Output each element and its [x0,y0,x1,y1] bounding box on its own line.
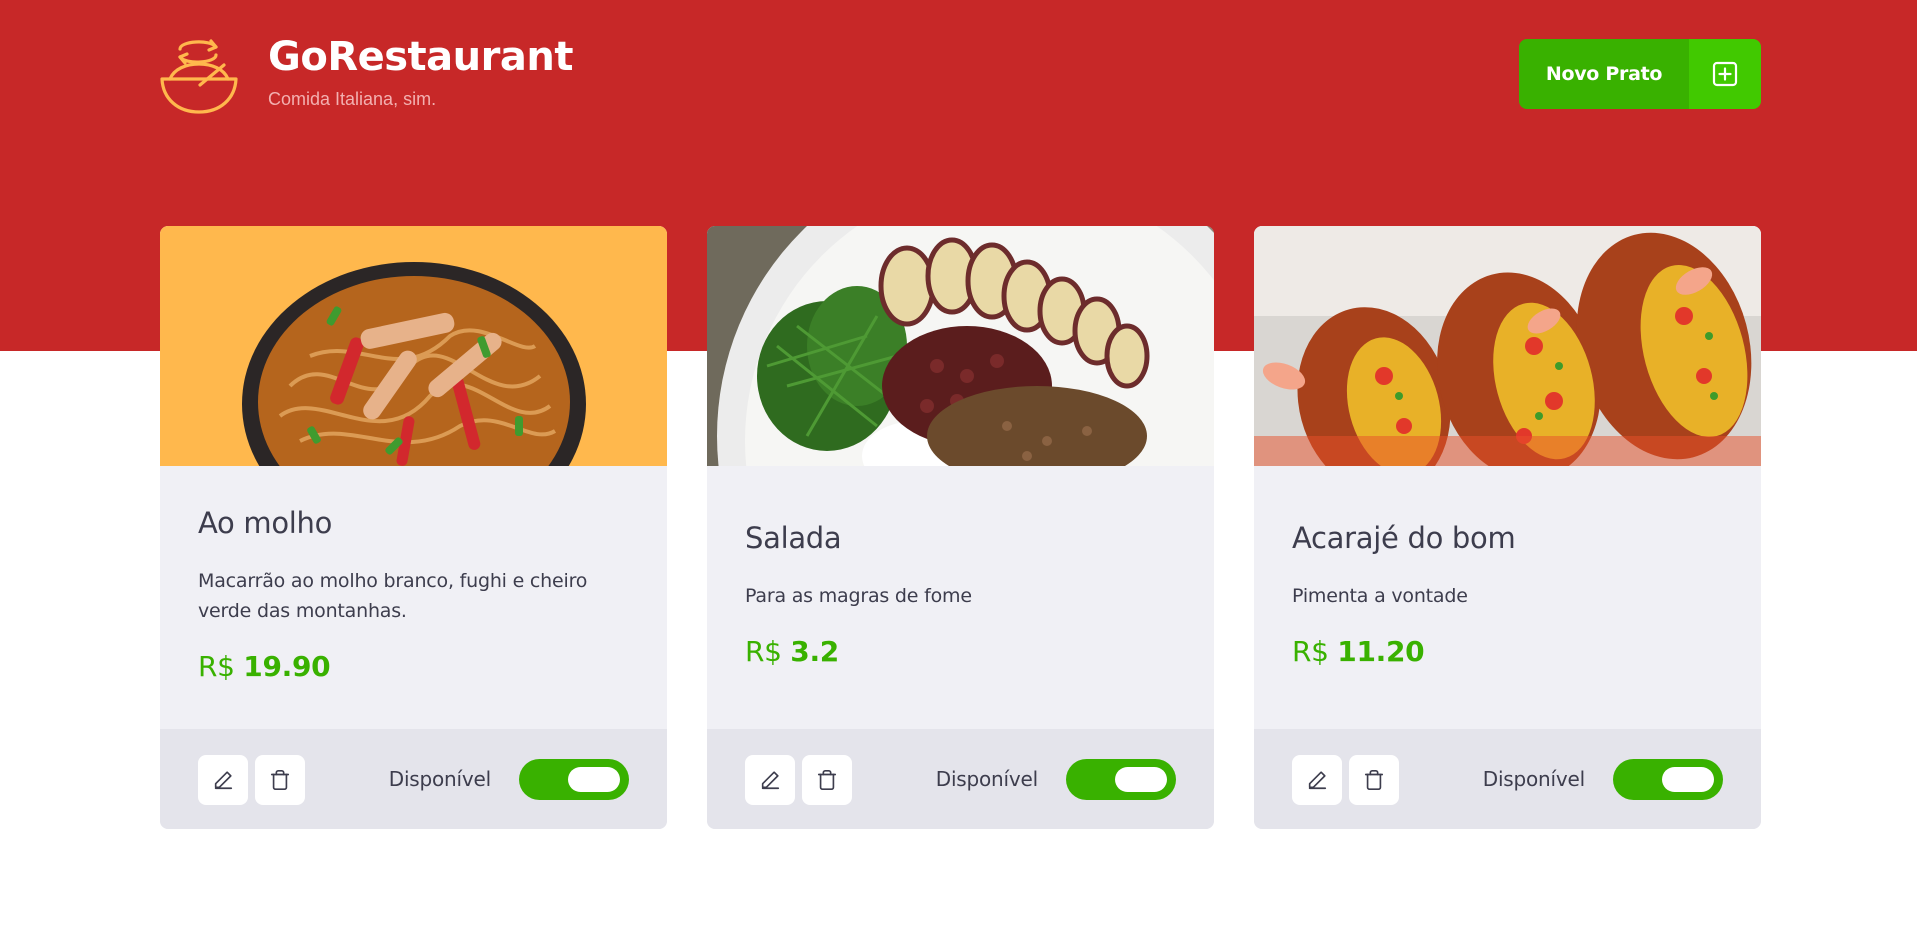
app-subtitle: Comida Italiana, sim. [268,89,437,109]
app-title: GoRestaurant [268,34,573,80]
pencil-icon [214,771,233,790]
toggle-knob [568,767,620,792]
dish-description: Pimenta a vontade [1292,585,1468,607]
pencil-icon [761,771,780,790]
dish-price: R$ 19.90 [198,650,629,683]
dish-card: Acarajé do bom Pimenta a vontade R$ 11.2… [1254,226,1761,829]
pencil-icon [1308,771,1327,790]
dish-name: Salada [745,521,842,555]
price-value: 19.90 [243,650,331,683]
plus-square-icon [1712,61,1738,87]
availability-toggle[interactable] [519,759,629,800]
price-currency: R$ [1292,635,1329,668]
dish-list: Ao molho Macarrão ao molho branco, fughi… [160,226,1761,829]
dish-image [1254,226,1761,466]
delete-dish-button[interactable] [255,755,305,805]
availability-label: Disponível [1482,767,1585,791]
toggle-knob [1662,767,1714,792]
edit-dish-button[interactable] [1292,755,1342,805]
new-dish-icon-box [1689,39,1761,109]
dish-card-footer: Disponível [1254,729,1761,829]
availability-label: Disponível [935,767,1038,791]
price-currency: R$ [745,635,782,668]
edit-dish-button[interactable] [745,755,795,805]
bowl-logo-icon [160,39,238,114]
dish-description: Para as magras de fome [745,585,972,607]
dish-info: Salada Para as magras de fome R$ 3.2 [707,521,1214,668]
dish-description: Macarrão ao molho branco, fughi e cheiro… [198,570,588,622]
dish-name: Ao molho [198,506,333,540]
edit-dish-button[interactable] [198,755,248,805]
toggle-knob [1115,767,1167,792]
price-value: 3.2 [790,635,839,668]
dish-card-footer: Disponível [160,729,667,829]
dish-card: Salada Para as magras de fome R$ 3.2 Dis… [707,226,1214,829]
brand: GoRestaurant Comida Italiana, sim. [158,35,573,115]
new-dish-button-label: Novo Prato [1519,39,1689,109]
availability-toggle[interactable] [1613,759,1723,800]
trash-icon [1364,770,1384,790]
price-currency: R$ [198,650,235,683]
dish-price: R$ 11.20 [1292,635,1723,668]
availability-label: Disponível [388,767,491,791]
dish-name: Acarajé do bom [1292,521,1516,555]
dish-image [160,226,667,466]
dish-card: Ao molho Macarrão ao molho branco, fughi… [160,226,667,829]
trash-icon [817,770,837,790]
trash-icon [270,770,290,790]
dish-card-footer: Disponível [707,729,1214,829]
delete-dish-button[interactable] [802,755,852,805]
dish-info: Ao molho Macarrão ao molho branco, fughi… [160,506,667,683]
availability-toggle[interactable] [1066,759,1176,800]
dish-info: Acarajé do bom Pimenta a vontade R$ 11.2… [1254,521,1761,668]
dish-image [707,226,1214,466]
delete-dish-button[interactable] [1349,755,1399,805]
dish-price: R$ 3.2 [745,635,1176,668]
new-dish-button[interactable]: Novo Prato [1519,39,1761,109]
price-value: 11.20 [1337,635,1425,668]
